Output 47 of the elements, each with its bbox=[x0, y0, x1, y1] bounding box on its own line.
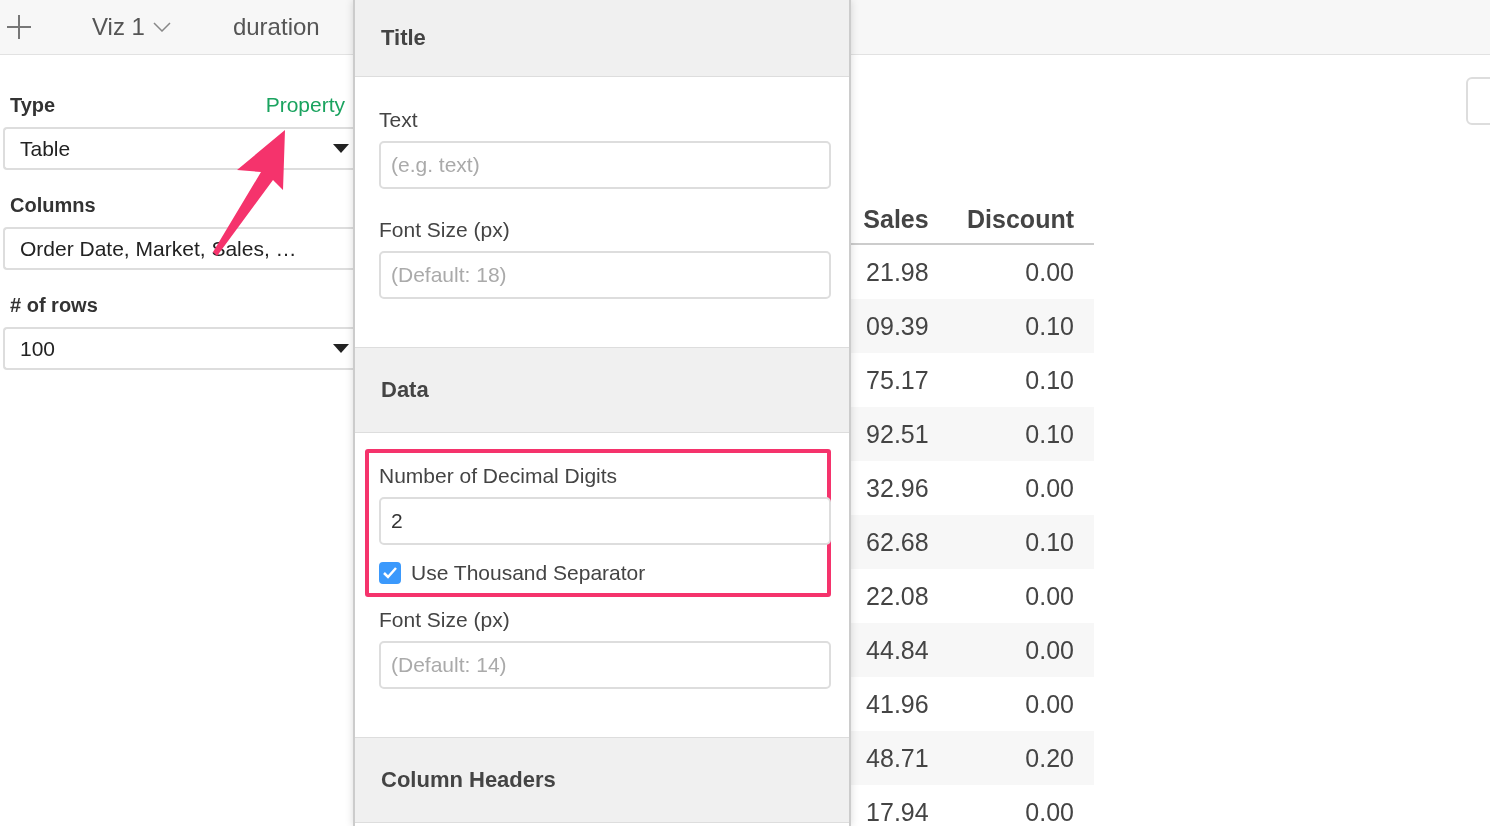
table-cell: 0.00 bbox=[948, 244, 1094, 299]
field-label: Number of Decimal Digits bbox=[379, 463, 619, 489]
table-cell: 0.10 bbox=[948, 353, 1094, 407]
input-field[interactable]: (e.g. text) bbox=[379, 141, 831, 189]
table-cell: 92.51 bbox=[851, 407, 949, 461]
field-label: Font Size (px) bbox=[379, 217, 511, 243]
field-label: # of rows bbox=[9, 294, 99, 317]
field-label: Type bbox=[9, 94, 56, 117]
checkbox-label[interactable]: Use Thousand Separator bbox=[379, 561, 827, 585]
section-header: Title bbox=[355, 0, 849, 77]
field-label: Font Size (px) bbox=[379, 607, 511, 633]
table-cell: 44.84 bbox=[851, 623, 949, 677]
checkbox[interactable] bbox=[379, 562, 401, 584]
column-header: Discount bbox=[948, 195, 1094, 244]
table-cell: 0.10 bbox=[948, 299, 1094, 353]
select-dropdown[interactable]: 100 bbox=[3, 327, 353, 370]
table-cell: 0.10 bbox=[948, 515, 1094, 569]
caret-icon bbox=[333, 344, 349, 353]
field-label: Columns bbox=[9, 194, 97, 217]
section-header: Data bbox=[355, 347, 849, 433]
table-cell: 0.00 bbox=[948, 461, 1094, 515]
section-header: Column Headers bbox=[355, 737, 849, 823]
tab[interactable]: duration bbox=[232, 13, 346, 41]
input-field[interactable]: (Default: 18) bbox=[379, 251, 831, 299]
table-cell: 0.00 bbox=[948, 623, 1094, 677]
field-label: Text bbox=[379, 107, 419, 133]
table-cell: 21.98 bbox=[851, 244, 949, 299]
table-cell: 0.20 bbox=[948, 731, 1094, 785]
table-cell: 41.96 bbox=[851, 677, 949, 731]
table-cell: 32.96 bbox=[851, 461, 949, 515]
select-dropdown[interactable]: Table bbox=[3, 127, 353, 170]
table-cell: 09.39 bbox=[851, 299, 949, 353]
add-icon[interactable] bbox=[6, 14, 32, 40]
input-field[interactable]: 2 bbox=[379, 497, 831, 545]
table-cell: 48.71 bbox=[851, 731, 949, 785]
table-cell: 0.00 bbox=[948, 677, 1094, 731]
table-cell: 22.08 bbox=[851, 569, 949, 623]
caret-icon bbox=[333, 144, 349, 153]
table-cell: 0.00 bbox=[948, 569, 1094, 623]
table-cell: 0.10 bbox=[948, 407, 1094, 461]
checkmark-icon bbox=[383, 567, 397, 579]
table-cell: 75.17 bbox=[851, 353, 949, 407]
table-cell: 0.00 bbox=[948, 785, 1094, 826]
input-field[interactable]: (Default: 14) bbox=[379, 641, 831, 689]
table-cell: 62.68 bbox=[851, 515, 949, 569]
tab[interactable]: Viz 1 bbox=[92, 13, 171, 41]
table-cell: 17.94 bbox=[851, 785, 949, 826]
